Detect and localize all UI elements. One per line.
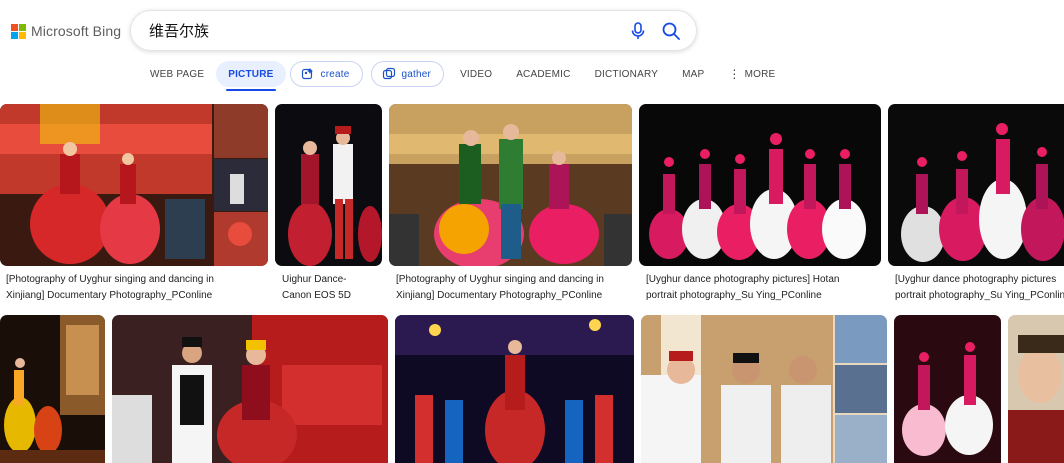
image-result[interactable] [894, 315, 1001, 463]
caption-line: Xinjiang] Documentary Photography_PConli… [396, 290, 603, 301]
wedding-photo [641, 315, 887, 463]
caption-line: Canon EOS 5D [282, 290, 351, 301]
tab-gather-label: gather [401, 68, 432, 80]
tab-create[interactable]: create [289, 61, 363, 87]
image-result[interactable] [0, 104, 268, 266]
group-dance-photo [639, 104, 881, 266]
image-result[interactable] [1008, 315, 1064, 463]
group-dance-photo [888, 104, 1064, 266]
tab-dictionary[interactable]: DICTIONARY [583, 61, 671, 87]
image-result[interactable] [888, 104, 1064, 266]
microsoft-logo-icon [11, 23, 26, 39]
portrait-photo [1008, 315, 1064, 463]
image-result[interactable] [639, 104, 881, 266]
tab-more-label: MORE [744, 68, 776, 80]
image-result[interactable] [389, 104, 632, 266]
search-input[interactable]: 维吾尔族 [149, 20, 628, 41]
microphone-icon[interactable] [628, 21, 648, 41]
image-result[interactable] [395, 315, 634, 463]
dancer-photo [894, 315, 1001, 463]
image-caption[interactable]: [Uyghur dance photography pictures] Hota… [646, 272, 882, 304]
bing-logo[interactable]: Microsoft Bing [11, 21, 121, 41]
logo-text: Microsoft Bing [31, 23, 122, 39]
create-icon [301, 67, 315, 81]
tab-web-page[interactable]: WEB PAGE [138, 61, 216, 87]
stage-performance-photo [395, 315, 634, 463]
search-box[interactable]: 维吾尔族 [130, 10, 697, 51]
caption-line: Uighur Dance- [282, 274, 347, 285]
couple-dance-photo [112, 315, 388, 463]
image-result[interactable] [112, 315, 388, 463]
tab-create-label: create [320, 68, 350, 80]
tab-academic[interactable]: ACADEMIC [504, 61, 582, 87]
caption-line: [Photography of Uyghur singing and danci… [396, 274, 604, 285]
couple-dance-photo [275, 104, 382, 266]
search-icon[interactable] [660, 20, 682, 42]
caption-line: portrait photography_Su Ying_PConline [646, 290, 822, 301]
image-result[interactable] [0, 315, 105, 463]
collection-icon [382, 67, 396, 81]
caption-line: [Uyghur dance photography pictures [895, 274, 1057, 285]
festival-dance-photo [389, 104, 632, 266]
caption-line: Xinjiang] Documentary Photography_PConli… [6, 290, 213, 301]
image-result[interactable] [641, 315, 887, 463]
image-caption[interactable]: Uighur Dance- Canon EOS 5D [282, 272, 382, 304]
stage-dance-photo [0, 104, 268, 266]
image-caption[interactable]: [Photography of Uyghur singing and danci… [6, 272, 261, 304]
image-caption[interactable]: [Uyghur dance photography pictures portr… [895, 272, 1064, 304]
tab-more[interactable]: ⋮ MORE [716, 61, 787, 87]
tab-video[interactable]: VIDEO [448, 61, 504, 87]
tab-picture[interactable]: PICTURE [216, 61, 286, 91]
caption-line: [Photography of Uyghur singing and danci… [6, 274, 214, 285]
tab-map[interactable]: MAP [670, 61, 716, 87]
image-result[interactable] [275, 104, 382, 266]
more-dots-icon: ⋮ [728, 67, 741, 81]
search-tabs: WEB PAGE PICTURE create gather VIDEO ACA… [138, 60, 787, 91]
image-caption[interactable]: [Photography of Uyghur singing and danci… [396, 272, 632, 304]
tab-gather[interactable]: gather [370, 61, 445, 87]
stage-dance-photo [0, 315, 105, 463]
caption-line: portrait photography_Su Ying_PConline [895, 290, 1064, 301]
caption-line: [Uyghur dance photography pictures] Hota… [646, 274, 840, 285]
